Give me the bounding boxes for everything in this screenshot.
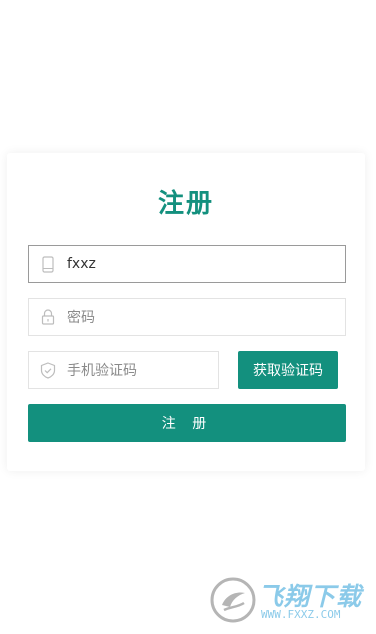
phone-field[interactable]: fxxz <box>28 245 346 283</box>
register-button[interactable]: 注 册 <box>28 404 346 442</box>
phone-input-value[interactable]: fxxz <box>67 256 96 272</box>
watermark-logo-icon <box>210 577 256 623</box>
lock-icon <box>29 299 67 335</box>
password-input-placeholder[interactable]: 密码 <box>67 307 95 327</box>
watermark-url: WWW.FXXZ.COM <box>261 608 341 621</box>
shield-icon <box>29 352 67 388</box>
page-title: 注册 <box>157 189 214 219</box>
get-code-button[interactable]: 获取验证码 <box>238 351 338 389</box>
sms-code-input-placeholder[interactable]: 手机验证码 <box>67 360 137 380</box>
register-card: 注册 fxxz 密码 手机验证码 获取验证码 注 册 <box>7 153 365 471</box>
password-field[interactable]: 密码 <box>28 298 346 336</box>
sms-code-field[interactable]: 手机验证码 <box>28 351 219 389</box>
phone-icon <box>29 246 67 282</box>
watermark: 飞翔下载 WWW.FXXZ.COM <box>208 574 368 626</box>
